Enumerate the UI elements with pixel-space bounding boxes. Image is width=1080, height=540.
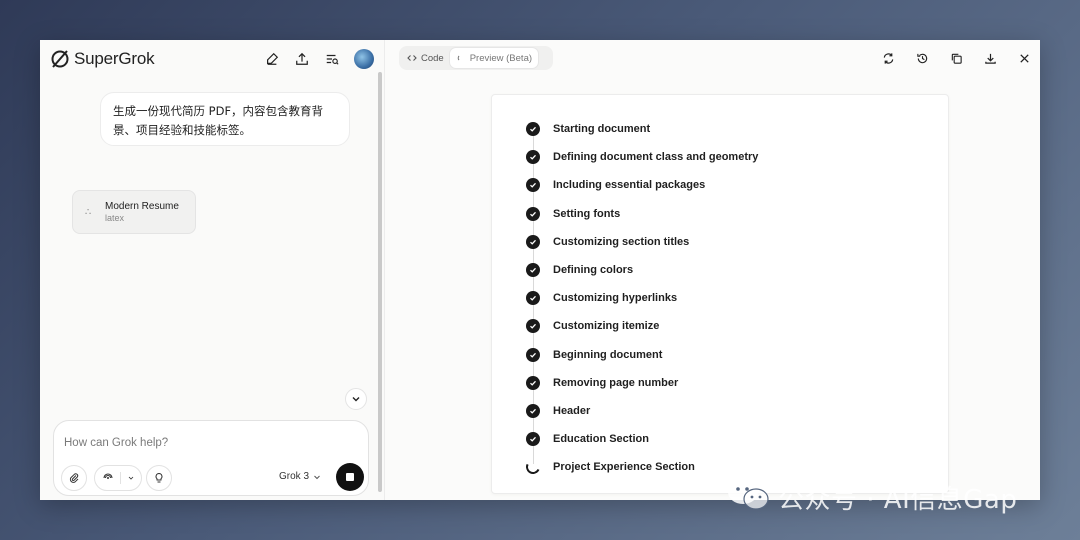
step-label: Beginning document — [553, 348, 663, 361]
check-circle-icon — [526, 178, 540, 193]
build-step: Defining document class and geometry — [526, 143, 759, 183]
close-icon[interactable] — [1016, 50, 1032, 66]
step-label: Defining document class and geometry — [553, 151, 759, 164]
step-label: Project Experience Section — [553, 461, 695, 474]
step-label: Setting fonts — [553, 207, 621, 220]
model-label: Grok 3 — [279, 471, 310, 482]
build-step: Beginning document — [526, 341, 758, 380]
user-avatar[interactable] — [354, 49, 374, 69]
build-step: Customizing hyperlinks — [526, 284, 758, 324]
chevron-down-icon — [314, 475, 320, 479]
stop-icon — [346, 473, 354, 481]
build-step: Defining colors — [526, 256, 758, 295]
attach-button[interactable] — [61, 465, 87, 491]
check-circle-icon — [526, 319, 540, 334]
build-step: Setting fonts — [526, 200, 758, 239]
watermark-text: 公众号 · AI信息Gap — [778, 485, 1018, 515]
stop-button[interactable] — [336, 463, 364, 491]
step-label: Including essential packages — [553, 179, 706, 192]
user-message: 生成一份现代简历 PDF，内容包含教育背景、项目经验和技能标签。 — [100, 92, 350, 146]
chat-header: SuperGrok — [40, 40, 384, 78]
chevron-down-icon — [352, 397, 360, 402]
composer: Grok 3 — [53, 420, 369, 496]
build-steps-list: Starting document Defining document class… — [524, 115, 759, 481]
loading-icon — [457, 55, 460, 61]
app-logo[interactable]: SuperGrok — [50, 49, 155, 69]
step-label: Customizing section titles — [553, 235, 690, 248]
history-search-icon[interactable] — [324, 51, 340, 67]
step-label: Customizing itemize — [553, 320, 660, 333]
app-name: SuperGrok — [74, 49, 155, 68]
code-icon — [407, 55, 417, 61]
check-circle-icon — [526, 432, 540, 447]
check-circle-icon — [526, 347, 540, 362]
artifact-title: Modern Resume — [105, 201, 179, 212]
tab-preview[interactable]: Preview (Beta) — [449, 48, 539, 68]
build-step: Education Section — [526, 425, 758, 465]
check-circle-icon — [526, 122, 540, 137]
step-label: Customizing hyperlinks — [553, 292, 678, 305]
artifact-viewer: Code Preview (Beta) Starting document De… — [385, 40, 1040, 500]
scroll-down-button[interactable] — [345, 388, 367, 410]
artifact-type: latex — [105, 213, 125, 223]
build-step: Header — [526, 397, 758, 436]
check-circle-icon — [526, 291, 540, 306]
refresh-icon[interactable] — [880, 50, 896, 66]
model-selector[interactable]: Grok 3 — [279, 471, 321, 482]
view-toggle: Code Preview (Beta) — [399, 46, 553, 70]
chat-panel: SuperGrok 生成一份现代简历 PDF，内容包含教育背景、项目经验和技能标… — [40, 40, 385, 500]
chat-scrollbar[interactable] — [378, 72, 382, 492]
new-chat-icon[interactable] — [264, 51, 280, 67]
step-label: Removing page number — [553, 376, 679, 389]
step-label: Defining colors — [553, 264, 634, 277]
check-circle-icon — [526, 150, 540, 165]
check-circle-icon — [526, 375, 540, 390]
check-circle-icon — [526, 403, 540, 418]
loading-dots-icon: ∴ — [85, 206, 92, 218]
build-progress-card: Starting document Defining document class… — [491, 94, 949, 494]
grok-logo-icon — [51, 50, 69, 68]
download-icon[interactable] — [982, 50, 998, 66]
deepsearch-icon — [102, 473, 113, 479]
wechat-icon — [726, 478, 770, 517]
paperclip-icon — [69, 473, 79, 483]
spinner-icon — [524, 458, 542, 477]
history-icon[interactable] — [914, 50, 930, 66]
build-step: Including essential packages — [526, 171, 758, 211]
prompt-input[interactable] — [64, 435, 354, 451]
build-step: Project Experience Section — [524, 453, 758, 481]
step-label: Education Section — [553, 433, 649, 446]
think-button[interactable] — [146, 465, 172, 491]
build-step: Starting document — [526, 115, 758, 154]
deep-search-button[interactable] — [94, 465, 142, 491]
build-step: Customizing section titles — [526, 228, 758, 267]
step-label: Header — [553, 404, 591, 417]
artifact-card[interactable]: ∴ Modern Resume latex — [72, 190, 196, 234]
lightbulb-icon — [155, 472, 163, 483]
check-circle-icon — [526, 206, 540, 221]
build-step: Customizing itemize — [526, 312, 758, 352]
share-icon[interactable] — [294, 51, 310, 67]
copy-icon[interactable] — [948, 50, 964, 66]
chevron-down-icon — [128, 476, 133, 480]
build-step: Removing page number — [526, 369, 758, 408]
check-circle-icon — [526, 263, 540, 278]
tab-code[interactable]: Code — [401, 48, 450, 68]
app-window: SuperGrok 生成一份现代简历 PDF，内容包含教育背景、项目经验和技能标… — [40, 40, 1040, 500]
step-label: Starting document — [553, 123, 651, 136]
check-circle-icon — [526, 234, 540, 249]
watermark: 公众号 · AI信息Gap — [726, 478, 1017, 517]
